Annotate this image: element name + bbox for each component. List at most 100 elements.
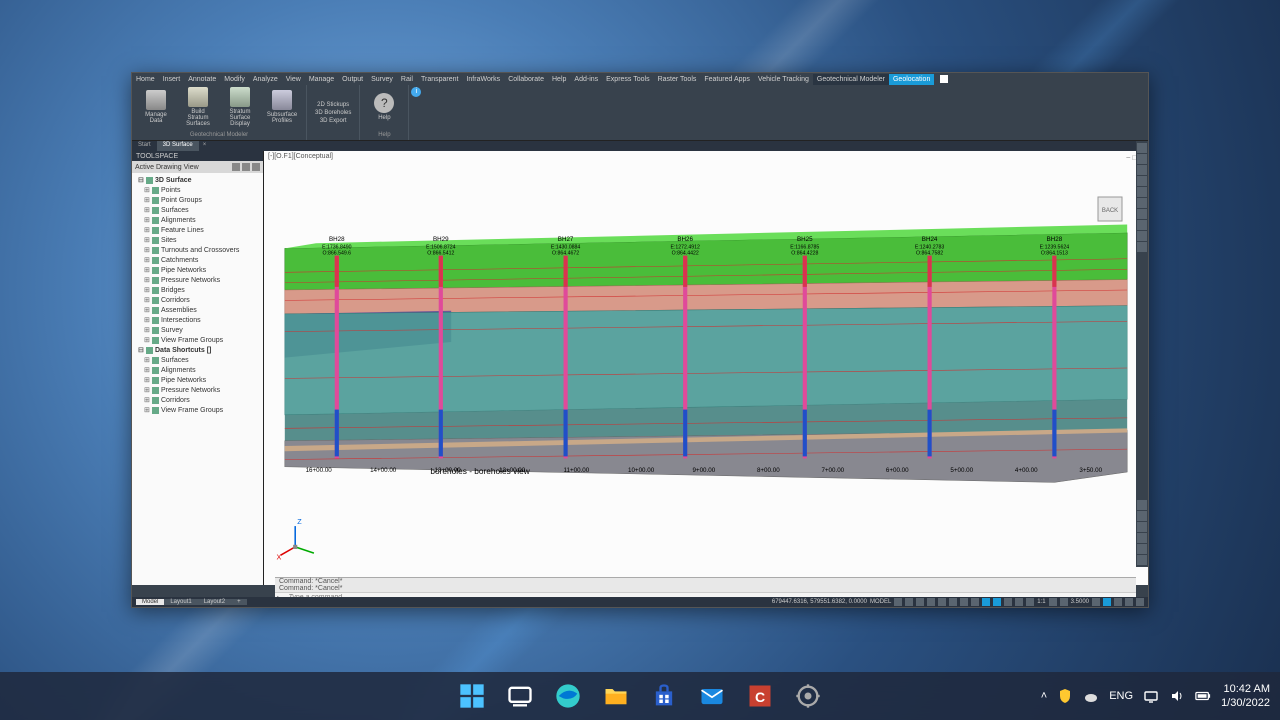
nav-tool-7[interactable] bbox=[1137, 209, 1147, 219]
menu-vehicletracking[interactable]: Vehicle Tracking bbox=[754, 76, 813, 83]
nav-tool-3[interactable] bbox=[1137, 165, 1147, 175]
2d-stickups-button[interactable]: 2D Stickups bbox=[313, 101, 353, 109]
3d-export-button[interactable]: 3D Export bbox=[316, 117, 351, 125]
isolate-objects[interactable] bbox=[1114, 598, 1122, 606]
store-button[interactable] bbox=[644, 676, 684, 716]
menu-rastertools[interactable]: Raster Tools bbox=[654, 76, 701, 83]
menu-output[interactable]: Output bbox=[338, 76, 367, 83]
tree-item[interactable]: ⊞Turnouts and Crossovers bbox=[134, 245, 261, 255]
menu-transparent[interactable]: Transparent bbox=[417, 76, 462, 83]
language-indicator[interactable]: ENG bbox=[1109, 690, 1133, 702]
osnap-toggle[interactable] bbox=[938, 598, 946, 606]
menu-expresstools[interactable]: Express Tools bbox=[602, 76, 653, 83]
nav-tool-6[interactable] bbox=[1137, 198, 1147, 208]
viewport-title[interactable]: [-][O.F1][Conceptual] bbox=[268, 153, 333, 160]
tree-item[interactable]: ⊟Data Shortcuts [] bbox=[134, 345, 261, 355]
nav-tool-8[interactable] bbox=[1137, 220, 1147, 230]
menu-modify[interactable]: Modify bbox=[220, 76, 249, 83]
network-icon[interactable] bbox=[1143, 688, 1159, 704]
menu-manage[interactable]: Manage bbox=[305, 76, 338, 83]
nav-tool-10[interactable] bbox=[1137, 242, 1147, 252]
menu-featuredapps[interactable]: Featured Apps bbox=[700, 76, 754, 83]
battery-icon[interactable] bbox=[1195, 688, 1211, 704]
build-stratum-button[interactable]: BuildStratum Surfaces bbox=[178, 87, 218, 127]
tree-item[interactable]: ⊞Surfaces bbox=[134, 205, 261, 215]
tree-item[interactable]: ⊞Point Groups bbox=[134, 195, 261, 205]
anno-vis[interactable] bbox=[1049, 598, 1057, 606]
menu-collaborate[interactable]: Collaborate bbox=[504, 76, 548, 83]
menu-help[interactable]: Help bbox=[548, 76, 570, 83]
tree-item[interactable]: ⊞Points bbox=[134, 185, 261, 195]
tree-item[interactable]: ⊞Pressure Networks bbox=[134, 385, 261, 395]
clock[interactable]: 10:42 AM 1/30/2022 bbox=[1221, 682, 1270, 710]
tree-item[interactable]: ⊞Intersections bbox=[134, 315, 261, 325]
viewport[interactable]: [-][O.F1][Conceptual] − □ × BACK bbox=[264, 151, 1148, 585]
tree-item[interactable]: ⊞Corridors bbox=[134, 295, 261, 305]
nav-tool-9[interactable] bbox=[1137, 231, 1147, 241]
task-view-button[interactable] bbox=[500, 676, 540, 716]
tree-item[interactable]: ⊞Alignments bbox=[134, 215, 261, 225]
toolbar-icon-2[interactable] bbox=[242, 163, 250, 171]
nav-tool-16[interactable] bbox=[1137, 555, 1147, 565]
lineweight-toggle[interactable] bbox=[960, 598, 968, 606]
transparency-toggle[interactable] bbox=[971, 598, 979, 606]
edge-button[interactable] bbox=[548, 676, 588, 716]
civil3d-button[interactable]: C bbox=[740, 676, 780, 716]
dyn-ucs[interactable] bbox=[1004, 598, 1012, 606]
menu-view[interactable]: View bbox=[282, 76, 305, 83]
view-cube[interactable]: BACK bbox=[1092, 191, 1128, 227]
drawing-tab[interactable]: 3D Surface bbox=[157, 141, 199, 151]
model-tab[interactable]: Model bbox=[136, 599, 164, 605]
close-tab-button[interactable]: × bbox=[199, 141, 211, 151]
anno-auto[interactable] bbox=[1060, 598, 1068, 606]
tree-item[interactable]: ⊞Corridors bbox=[134, 395, 261, 405]
tree-item[interactable]: ⊞Survey bbox=[134, 325, 261, 335]
settings-button[interactable] bbox=[788, 676, 828, 716]
snap-toggle[interactable] bbox=[905, 598, 913, 606]
manage-data-button[interactable]: ManageData bbox=[136, 87, 176, 127]
hw-accel[interactable] bbox=[1103, 598, 1111, 606]
tree-item[interactable]: ⊞Sites bbox=[134, 235, 261, 245]
tree-item[interactable]: ⊞Pressure Networks bbox=[134, 275, 261, 285]
tree-item[interactable]: ⊞Bridges bbox=[134, 285, 261, 295]
clean-screen[interactable] bbox=[1125, 598, 1133, 606]
tree-item[interactable]: ⊞Catchments bbox=[134, 255, 261, 265]
toolbar-icon-3[interactable] bbox=[252, 163, 260, 171]
nav-tool-11[interactable] bbox=[1137, 500, 1147, 510]
tree-item[interactable]: ⊞Feature Lines bbox=[134, 225, 261, 235]
anno-scale[interactable]: 1:1 bbox=[1037, 599, 1045, 605]
tree-item[interactable]: ⊞Surfaces bbox=[134, 355, 261, 365]
tree-item[interactable]: ⊟3D Surface bbox=[134, 175, 261, 185]
grid-toggle[interactable] bbox=[894, 598, 902, 606]
tray-chevron-icon[interactable]: ˄ bbox=[1041, 690, 1047, 702]
tree-item[interactable]: ⊞Assemblies bbox=[134, 305, 261, 315]
info-icon[interactable]: i bbox=[411, 87, 421, 140]
security-icon[interactable] bbox=[1057, 688, 1073, 704]
stratum-display-button[interactable]: Stratum SurfaceDisplay bbox=[220, 87, 260, 127]
subsurface-profiles-button[interactable]: SubsurfaceProfiles bbox=[262, 87, 302, 127]
start-button[interactable] bbox=[452, 676, 492, 716]
polar-toggle[interactable] bbox=[927, 598, 935, 606]
customize-button[interactable] bbox=[1136, 598, 1144, 606]
menu-addins[interactable]: Add-ins bbox=[570, 76, 602, 83]
menu-annotate[interactable]: Annotate bbox=[184, 76, 220, 83]
nav-tool-12[interactable] bbox=[1137, 511, 1147, 521]
volume-icon[interactable] bbox=[1169, 688, 1185, 704]
workspace-switch[interactable] bbox=[1092, 598, 1100, 606]
gizmo-toggle[interactable] bbox=[1026, 598, 1034, 606]
tree-item[interactable]: ⊞View Frame Groups bbox=[134, 405, 261, 415]
start-tab[interactable]: Start bbox=[132, 141, 157, 151]
nav-tool-13[interactable] bbox=[1137, 522, 1147, 532]
nav-tool-1[interactable] bbox=[1137, 143, 1147, 153]
menu-geotech[interactable]: Geotechnical Modeler bbox=[813, 74, 889, 85]
nav-tool-14[interactable] bbox=[1137, 533, 1147, 543]
3d-boreholes-button[interactable]: 3D Boreholes bbox=[311, 109, 355, 117]
menu-extra-icon[interactable] bbox=[940, 75, 948, 83]
selection-filter[interactable] bbox=[1015, 598, 1023, 606]
menu-insert[interactable]: Insert bbox=[159, 76, 185, 83]
onedrive-icon[interactable] bbox=[1083, 688, 1099, 704]
mail-button[interactable] bbox=[692, 676, 732, 716]
tree-item[interactable]: ⊞View Frame Groups bbox=[134, 335, 261, 345]
nav-tool-5[interactable] bbox=[1137, 187, 1147, 197]
explorer-button[interactable] bbox=[596, 676, 636, 716]
